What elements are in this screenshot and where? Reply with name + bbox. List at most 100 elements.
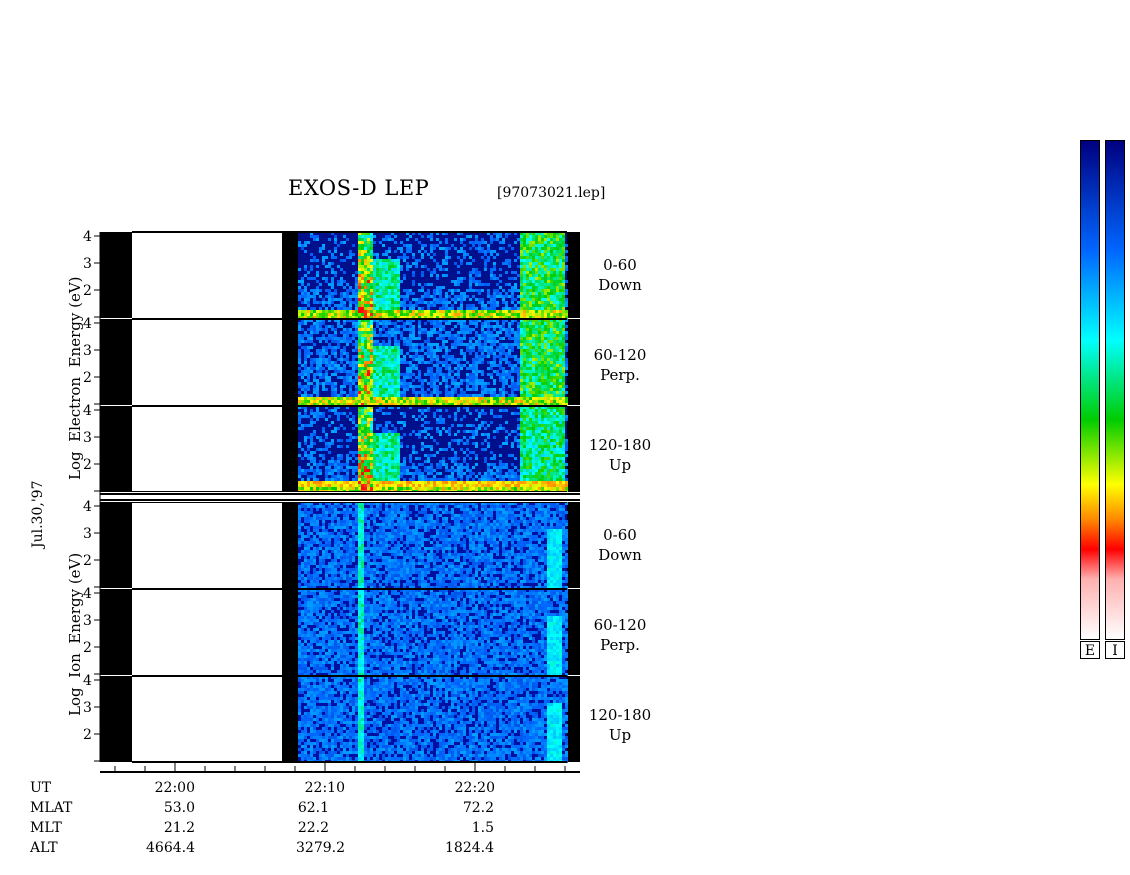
- spectrogram-cell: [358, 445, 361, 448]
- spectrogram-cell: [298, 322, 301, 325]
- spectrogram-cell: [316, 364, 319, 367]
- spectrogram-cell: [316, 331, 319, 334]
- spectrogram-cell: [520, 400, 523, 403]
- spectrogram-cell: [412, 325, 415, 328]
- spectrogram-cell: [436, 244, 439, 247]
- spectrogram-cell: [532, 313, 535, 316]
- spectrogram-cell: [385, 262, 388, 265]
- spectrogram-cell: [328, 451, 331, 454]
- spectrogram-cell: [526, 313, 529, 316]
- spectrogram-cell: [508, 331, 511, 334]
- spectrogram-cell: [349, 301, 352, 304]
- spectrogram-cell: [331, 340, 334, 343]
- spectrogram-cell: [526, 349, 529, 352]
- spectrogram-cell: [556, 322, 559, 325]
- spectrogram-cell: [493, 364, 496, 367]
- spectrogram-cell: [418, 430, 421, 433]
- spectrogram-cell: [514, 277, 517, 280]
- spectrogram-cell: [520, 478, 523, 481]
- spectrogram-cell: [388, 358, 391, 361]
- spectrogram-cell: [394, 241, 397, 244]
- spectrogram-cell: [322, 412, 325, 415]
- spectrogram-cell: [514, 364, 517, 367]
- spectrogram-cell: [496, 253, 499, 256]
- spectrogram-cell: [304, 349, 307, 352]
- spectrogram-cell: [340, 310, 343, 313]
- spectrogram-cell: [526, 373, 529, 376]
- spectrogram-cell: [445, 481, 448, 484]
- spectrogram-cell: [328, 334, 331, 337]
- spectrogram-cell: [373, 436, 376, 439]
- spectrogram-cell: [487, 349, 490, 352]
- spectrogram-cell: [364, 334, 367, 337]
- spectrogram-cell: [535, 379, 538, 382]
- spectrogram-cell: [457, 283, 460, 286]
- spectrogram-cell: [520, 433, 523, 436]
- spectrogram-cell: [508, 322, 511, 325]
- spectrogram-cell: [547, 238, 550, 241]
- spectrogram-cell: [361, 418, 364, 421]
- spectrogram-cell: [397, 463, 400, 466]
- spectrogram-cell: [520, 244, 523, 247]
- spectrogram-cell: [505, 328, 508, 331]
- spectrogram-cell: [565, 298, 568, 301]
- spectrogram-cell: [484, 487, 487, 490]
- spectrogram-cell: [439, 301, 442, 304]
- spectrogram-cell: [397, 370, 400, 373]
- spectrogram-cell: [373, 277, 376, 280]
- spectrogram-cell: [355, 451, 358, 454]
- spectrogram-cell: [553, 256, 556, 259]
- spectrogram-cell: [562, 340, 565, 343]
- spectrogram-cell: [514, 313, 517, 316]
- spectrogram-cell: [337, 454, 340, 457]
- spectrogram-cell: [346, 415, 349, 418]
- spectrogram-cell: [352, 469, 355, 472]
- spectrogram-cell: [502, 247, 505, 250]
- spectrogram-cell: [337, 478, 340, 481]
- spectrogram-cell: [556, 262, 559, 265]
- spectrogram-cell: [457, 343, 460, 346]
- spectrogram-cell: [556, 373, 559, 376]
- spectrogram-cell: [352, 379, 355, 382]
- spectrogram-cell: [526, 385, 529, 388]
- spectrogram-cell: [385, 430, 388, 433]
- spectrogram-cell: [529, 322, 532, 325]
- spectrogram-cell: [367, 328, 370, 331]
- spectrogram-cell: [535, 250, 538, 253]
- spectrogram-cell: [487, 436, 490, 439]
- spectrogram-cell: [358, 412, 361, 415]
- spectrogram-cell: [409, 292, 412, 295]
- spectrogram-cell: [559, 343, 562, 346]
- spectrogram-cell: [412, 478, 415, 481]
- spectrogram-cell: [304, 412, 307, 415]
- spectrogram-cell: [550, 373, 553, 376]
- spectrogram-cell: [424, 250, 427, 253]
- spectrogram-cell: [412, 346, 415, 349]
- spectrogram-cell: [541, 244, 544, 247]
- spectrogram-cell: [358, 469, 361, 472]
- spectrogram-cell: [490, 325, 493, 328]
- spectrogram-cell: [373, 280, 376, 283]
- spectrogram-cell: [508, 295, 511, 298]
- spectrogram-cell: [487, 391, 490, 394]
- spectrogram-cell: [385, 400, 388, 403]
- spectrogram-cell: [400, 412, 403, 415]
- spectrogram-cell: [475, 361, 478, 364]
- spectrogram-cell: [478, 310, 481, 313]
- spectrogram-cell: [379, 385, 382, 388]
- spectrogram-cell: [352, 274, 355, 277]
- spectrogram-cell: [448, 376, 451, 379]
- spectrogram-cell: [553, 325, 556, 328]
- spectrogram-cell: [427, 304, 430, 307]
- spectrogram-cell: [370, 328, 373, 331]
- spectrogram-cell: [397, 361, 400, 364]
- spectrogram-cell: [340, 352, 343, 355]
- spectrogram-cell: [364, 367, 367, 370]
- spectrogram-cell: [316, 328, 319, 331]
- spectrogram-cell: [529, 364, 532, 367]
- spectrogram-cell: [331, 307, 334, 310]
- spectrogram-cell: [451, 481, 454, 484]
- spectrogram-cell: [559, 241, 562, 244]
- spectrogram-cell: [562, 283, 565, 286]
- spectrogram-cell: [562, 277, 565, 280]
